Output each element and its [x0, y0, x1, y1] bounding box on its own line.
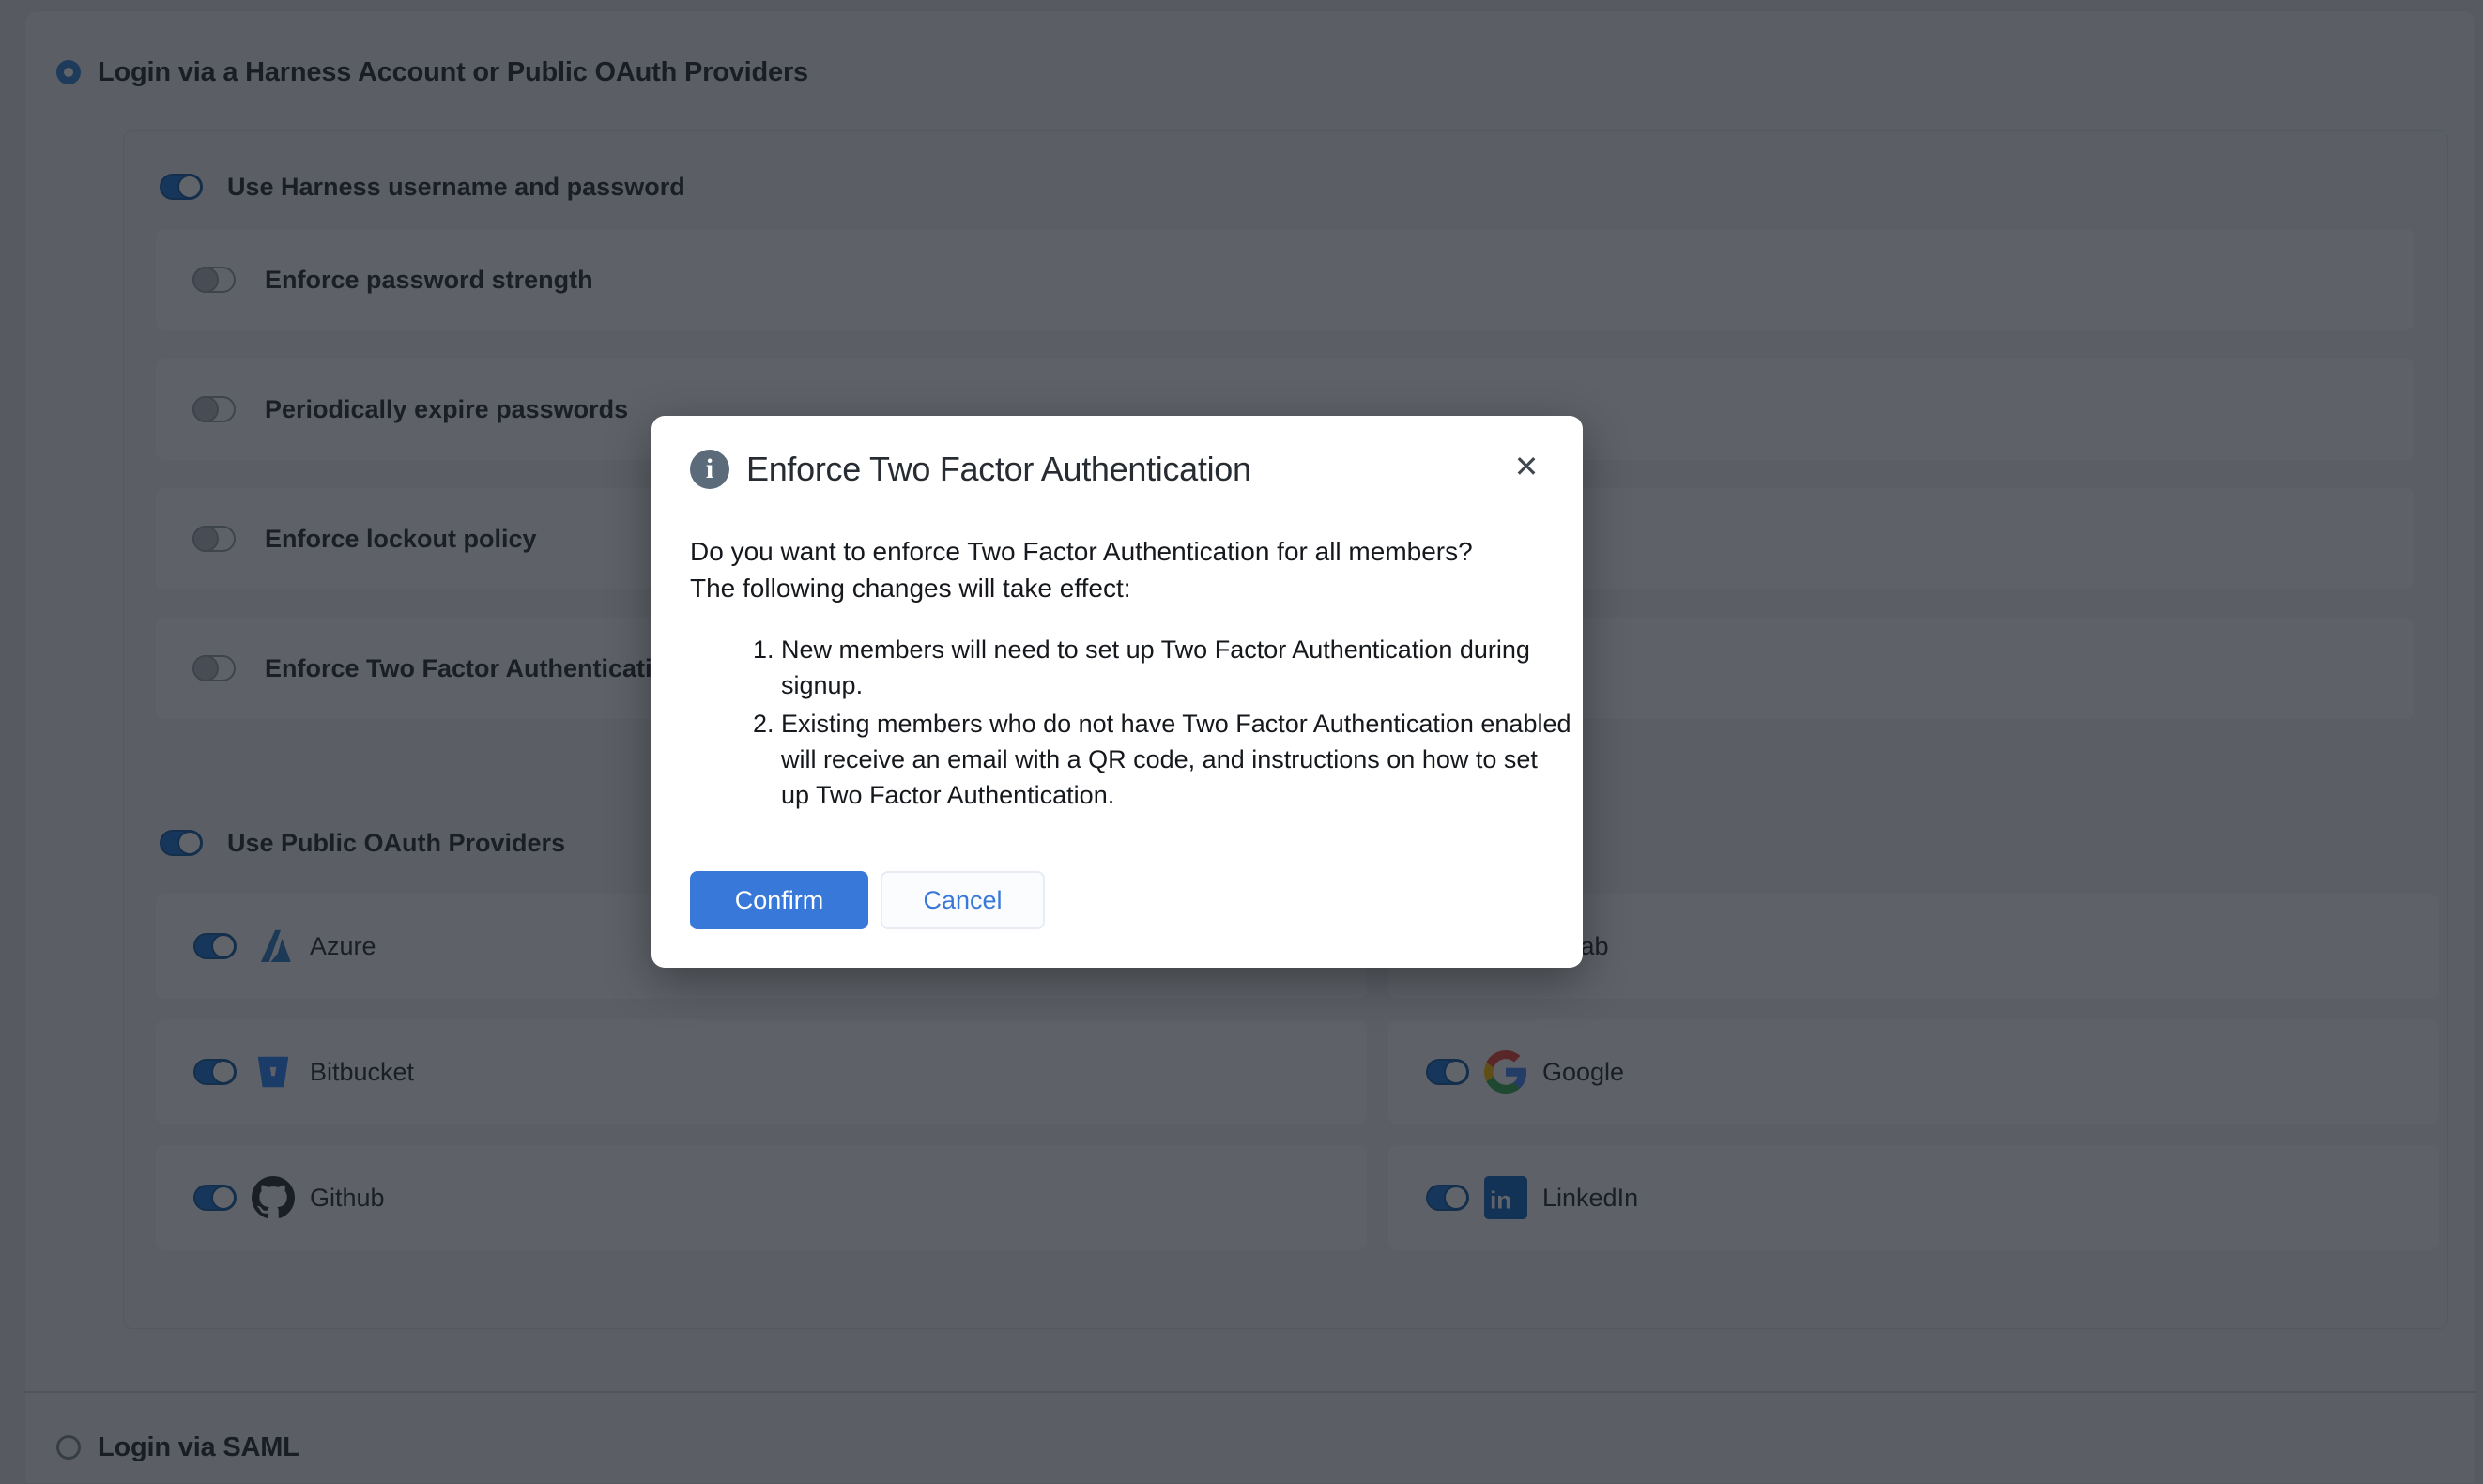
dialog-title: Enforce Two Factor Authentication — [746, 450, 1251, 489]
dialog-question-line1: Do you want to enforce Two Factor Authen… — [690, 533, 1572, 570]
info-icon: i — [690, 450, 729, 489]
dialog-effects-list: New members will need to set up Two Fact… — [690, 632, 1572, 813]
confirm-button[interactable]: Confirm — [690, 871, 868, 929]
dialog-header: i Enforce Two Factor Authentication — [690, 450, 1251, 489]
cancel-button[interactable]: Cancel — [881, 871, 1045, 929]
dialog-question-line2: The following changes will take effect: — [690, 570, 1572, 606]
two-factor-confirm-dialog: i Enforce Two Factor Authentication ✕ Do… — [651, 416, 1583, 968]
dialog-effect-item: New members will need to set up Two Fact… — [781, 632, 1572, 703]
close-icon[interactable]: ✕ — [1506, 446, 1547, 487]
dialog-body: Do you want to enforce Two Factor Authen… — [690, 533, 1572, 816]
authentication-settings-page: Login via a Harness Account or Public OA… — [0, 0, 2483, 1484]
dialog-effect-item: Existing members who do not have Two Fac… — [781, 706, 1572, 813]
